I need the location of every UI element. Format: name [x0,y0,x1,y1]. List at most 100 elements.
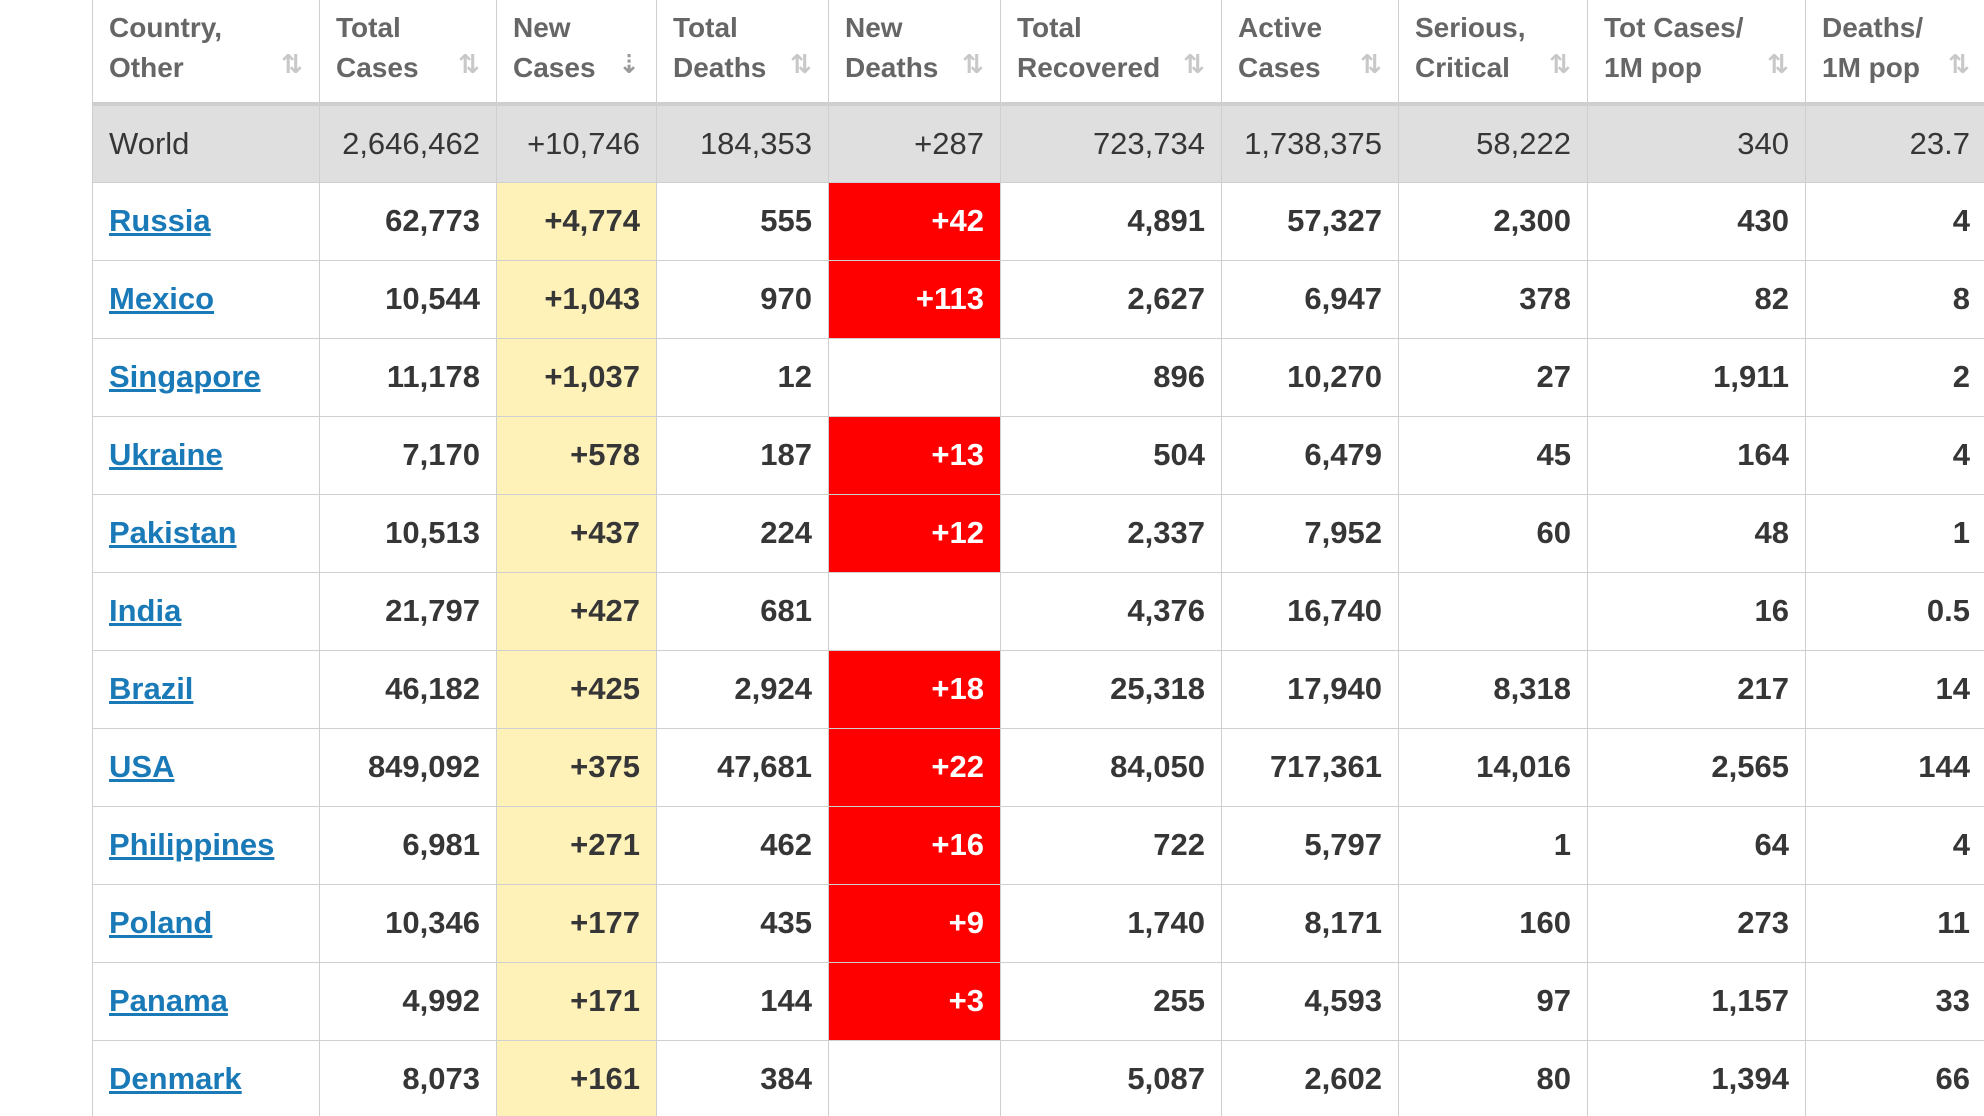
country-link[interactable]: USA [109,749,174,784]
cases-per-1m-cell: 16 [1587,571,1806,651]
deaths-per-1m-cell: 11 [1805,883,1984,963]
country-cell: Brazil [92,649,320,729]
country-link[interactable]: Denmark [109,1061,242,1096]
serious-critical-cell: 8,318 [1398,649,1588,729]
total-cases-cell: 849,092 [319,727,497,807]
country-link[interactable]: Ukraine [109,437,223,472]
country-link[interactable]: Philippines [109,827,274,862]
country-link[interactable]: Singapore [109,359,261,394]
country-link[interactable]: India [109,593,181,628]
serious-critical-cell: 45 [1398,415,1588,495]
total-deaths-cell: 555 [656,181,829,261]
new-deaths-cell: +12 [828,493,1001,573]
table-row: Brazil 46,182 +425 2,924 +18 25,318 17,940 8,31… [92,649,1984,729]
header-serious-critical[interactable]: Serious, Critical ⇅ [1398,0,1588,106]
table-row: Poland 10,346 +177 435 +9 1,740 8,171 160 273 11 [92,883,1984,963]
sort-icon[interactable]: ⇅ [1541,44,1573,84]
deaths-per-1m-cell: 8 [1805,259,1984,339]
total-deaths-cell: 2,924 [656,649,829,729]
stats-table-container: Country, Other ⇅ Total Cases ⇅ New Cases ⇣ Tot… [92,0,1984,1116]
total-deaths-cell: 435 [656,883,829,963]
total-cases-cell: 11,178 [319,337,497,417]
total-cases-cell: 46,182 [319,649,497,729]
sort-icon[interactable]: ⇅ [954,44,986,84]
country-cell: Russia [92,181,320,261]
header-row: Country, Other ⇅ Total Cases ⇅ New Cases ⇣ Tot… [92,0,1984,106]
serious-critical-cell: 2,300 [1398,181,1588,261]
active-cases-cell: 5,797 [1221,805,1399,885]
new-deaths-cell [828,571,1001,651]
new-cases-cell: +578 [496,415,657,495]
cases-per-1m-cell: 82 [1587,259,1806,339]
sort-icon[interactable]: ⇅ [1352,44,1384,84]
header-total-cases[interactable]: Total Cases ⇅ [319,0,497,106]
cases-per-1m-cell: 64 [1587,805,1806,885]
total-deaths-cell: 970 [656,259,829,339]
header-cases-per-1m[interactable]: Tot Cases/1M pop ⇅ [1587,0,1806,106]
country-link[interactable]: Pakistan [109,515,237,550]
header-country[interactable]: Country, Other ⇅ [92,0,320,106]
cases-per-1m-cell: 273 [1587,883,1806,963]
serious-critical-cell [1398,571,1588,651]
total-recovered-cell: 504 [1000,415,1222,495]
world-label: World [92,103,320,183]
sort-icon[interactable]: ⇅ [273,44,305,84]
sort-icon[interactable]: ⇅ [1759,44,1791,84]
country-cell: Philippines [92,805,320,885]
header-total-recovered[interactable]: Total Recovered ⇅ [1000,0,1222,106]
sort-icon[interactable]: ⇅ [782,44,814,84]
active-cases-cell: 7,952 [1221,493,1399,573]
country-cell: Singapore [92,337,320,417]
total-deaths-cell: 462 [656,805,829,885]
table-row: Denmark 8,073 +161 384 5,087 2,602 80 1,394 66 [92,1039,1984,1116]
country-link[interactable]: Mexico [109,281,214,316]
deaths-per-1m-cell: 1 [1805,493,1984,573]
active-cases-cell: 6,479 [1221,415,1399,495]
country-link[interactable]: Brazil [109,671,193,706]
country-cell: USA [92,727,320,807]
active-cases-cell: 4,593 [1221,961,1399,1041]
active-cases-cell: 6,947 [1221,259,1399,339]
total-cases-cell: 62,773 [319,181,497,261]
total-deaths-cell: 47,681 [656,727,829,807]
sort-icon[interactable]: ⇅ [1940,44,1972,84]
serious-critical-cell: 27 [1398,337,1588,417]
new-cases-cell: +425 [496,649,657,729]
table-row: Pakistan 10,513 +437 224 +12 2,337 7,952 60 48 1 [92,493,1984,573]
world-new-deaths: +287 [828,103,1001,183]
country-link[interactable]: Poland [109,905,212,940]
deaths-per-1m-cell: 14 [1805,649,1984,729]
world-total-deaths: 184,353 [656,103,829,183]
sort-icon[interactable]: ⇅ [1175,44,1207,84]
header-total-deaths[interactable]: Total Deaths ⇅ [656,0,829,106]
table-row: Philippines 6,981 +271 462 +16 722 5,797 1 64 4 [92,805,1984,885]
header-new-deaths[interactable]: New Deaths ⇅ [828,0,1001,106]
country-cell: Ukraine [92,415,320,495]
table-row: Singapore 11,178 +1,037 12 896 10,270 27 1,911 2 [92,337,1984,417]
cases-per-1m-cell: 2,565 [1587,727,1806,807]
sort-descending-icon[interactable]: ⇣ [610,44,642,84]
header-active-cases[interactable]: Active Cases ⇅ [1221,0,1399,106]
serious-critical-cell: 60 [1398,493,1588,573]
country-link[interactable]: Russia [109,203,211,238]
header-deaths-per-1m[interactable]: Deaths/1M pop ⇅ [1805,0,1984,106]
new-deaths-cell [828,337,1001,417]
serious-critical-cell: 14,016 [1398,727,1588,807]
total-deaths-cell: 224 [656,493,829,573]
world-deaths-per-1m: 23.7 [1805,103,1984,183]
sort-icon[interactable]: ⇅ [450,44,482,84]
header-new-cases[interactable]: New Cases ⇣ [496,0,657,106]
table-row: Russia 62,773 +4,774 555 +42 4,891 57,327 2,300… [92,181,1984,261]
table-row: USA 849,092 +375 47,681 +22 84,050 717,361 14,0… [92,727,1984,807]
total-cases-cell: 6,981 [319,805,497,885]
serious-critical-cell: 160 [1398,883,1588,963]
country-link[interactable]: Panama [109,983,228,1018]
serious-critical-cell: 97 [1398,961,1588,1041]
total-recovered-cell: 2,627 [1000,259,1222,339]
world-active-cases: 1,738,375 [1221,103,1399,183]
deaths-per-1m-cell: 66 [1805,1039,1984,1116]
covid-stats-table: Country, Other ⇅ Total Cases ⇅ New Cases ⇣ Tot… [92,0,1984,1116]
total-deaths-cell: 144 [656,961,829,1041]
total-recovered-cell: 1,740 [1000,883,1222,963]
new-cases-cell: +177 [496,883,657,963]
